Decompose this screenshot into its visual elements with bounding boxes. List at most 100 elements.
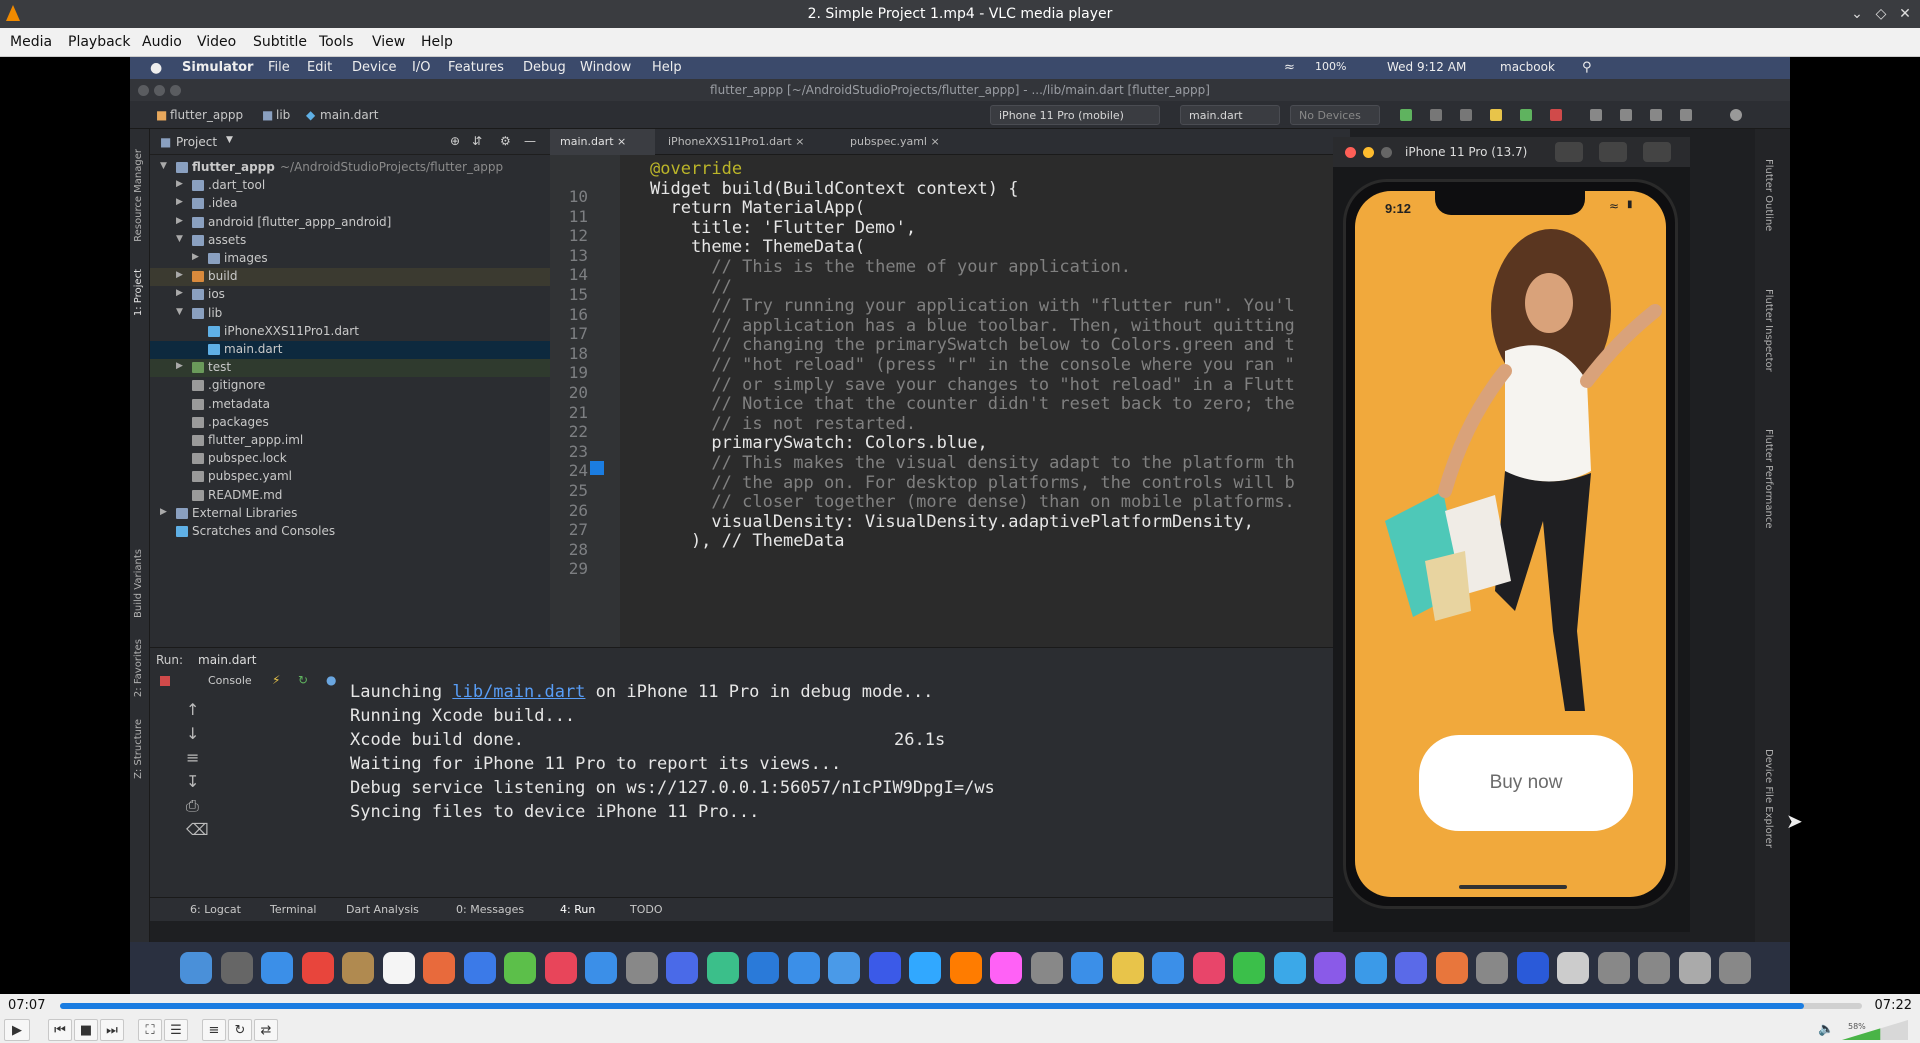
minimize-icon[interactable]: ⌄: [1846, 3, 1868, 25]
debug-icon[interactable]: [1430, 109, 1442, 121]
chevron-down-icon[interactable]: ▼: [226, 135, 233, 145]
video-area[interactable]: ● Simulator File Edit Device I/O Feature…: [0, 57, 1920, 994]
tool-flutter-performance[interactable]: Flutter Performance: [1763, 429, 1774, 529]
close-icon[interactable]: ×: [795, 135, 804, 148]
tree-item[interactable]: ▶ External Libraries: [150, 505, 550, 523]
scroll-up-icon[interactable]: ↑: [186, 700, 199, 719]
tree-item[interactable]: ▼ flutter_appp ~/AndroidStudioProjects/flu…: [150, 159, 550, 177]
tab-dart-analysis[interactable]: Dart Analysis: [346, 903, 419, 916]
tool-favorites[interactable]: 2: Favorites: [133, 639, 144, 697]
device-selector[interactable]: iPhone 11 Pro (mobile): [990, 105, 1160, 125]
tab-pubspec[interactable]: pubspec.yaml ×: [840, 129, 960, 155]
sdk-manager-icon[interactable]: [1620, 109, 1632, 121]
stop-icon[interactable]: [160, 676, 170, 686]
rotate-icon[interactable]: [1643, 142, 1671, 162]
project-view-selector[interactable]: Project: [176, 135, 217, 149]
chevron-down-icon[interactable]: ▼: [176, 234, 183, 244]
tree-item[interactable]: ▶ .dart_tool: [150, 177, 550, 195]
chevron-down-icon[interactable]: ▼: [176, 307, 183, 317]
playlist-button[interactable]: ≡: [202, 1019, 226, 1041]
settings-icon[interactable]: [1680, 109, 1692, 121]
tool-build-variants[interactable]: Build Variants: [133, 549, 144, 618]
stop-button[interactable]: ■: [74, 1019, 98, 1041]
collapse-icon[interactable]: ⇵: [472, 134, 482, 148]
hot-restart-icon[interactable]: ↻: [298, 673, 308, 687]
console-tab[interactable]: Console: [208, 674, 252, 687]
menu-media[interactable]: Media: [10, 34, 52, 50]
menu-help[interactable]: Help: [421, 34, 453, 50]
chevron-down-icon[interactable]: ▼: [160, 161, 167, 171]
profile-icon[interactable]: [1460, 109, 1472, 121]
search-icon[interactable]: [1730, 109, 1742, 121]
menu-audio[interactable]: Audio: [142, 34, 182, 50]
tab-run[interactable]: 4: Run: [560, 903, 595, 916]
seek-slider[interactable]: [60, 1003, 1862, 1009]
breadcrumb-project[interactable]: flutter_appp: [170, 108, 243, 122]
hide-icon[interactable]: —: [524, 134, 536, 148]
tab-logcat[interactable]: 6: Logcat: [190, 903, 241, 916]
tree-item[interactable]: pubspec.yaml: [150, 468, 550, 486]
chevron-right-icon[interactable]: ▶: [176, 179, 183, 189]
close-icon[interactable]: ✕: [1894, 3, 1916, 25]
extended-settings-button[interactable]: ☰: [164, 1019, 188, 1041]
volume-slider[interactable]: 58%: [1842, 1020, 1908, 1040]
tab-messages[interactable]: 0: Messages: [456, 903, 524, 916]
tree-item[interactable]: ▶ images: [150, 250, 550, 268]
tool-project[interactable]: 1: Project: [133, 269, 144, 316]
menu-view[interactable]: View: [372, 34, 405, 50]
loop-button[interactable]: ↻: [228, 1019, 252, 1041]
shuffle-button[interactable]: ⇄: [254, 1019, 278, 1041]
tree-item[interactable]: ▶ ios: [150, 286, 550, 304]
tree-item[interactable]: flutter_appp.iml: [150, 432, 550, 450]
tool-flutter-inspector[interactable]: Flutter Inspector: [1763, 289, 1774, 372]
menu-subtitle[interactable]: Subtitle: [253, 34, 307, 50]
locate-icon[interactable]: ⊕: [450, 134, 460, 148]
tree-item[interactable]: iPhoneXXS11Pro1.dart: [150, 323, 550, 341]
devtools-icon[interactable]: ●: [326, 673, 336, 687]
tree-item[interactable]: ▶ android [flutter_appp_android]: [150, 214, 550, 232]
tree-item[interactable]: .packages: [150, 414, 550, 432]
buy-now-button[interactable]: Buy now: [1419, 735, 1633, 831]
breadcrumb-file[interactable]: main.dart: [320, 108, 378, 122]
code-editor[interactable]: main.dart × iPhoneXXS11Pro1.dart × pubsp…: [550, 129, 1350, 647]
close-icon[interactable]: [1345, 147, 1356, 158]
tool-structure[interactable]: Z: Structure: [133, 719, 144, 779]
maximize-icon[interactable]: ◇: [1870, 3, 1892, 25]
play-button[interactable]: ▶: [4, 1019, 30, 1041]
run-config-selector[interactable]: main.dart: [1180, 105, 1280, 125]
tool-flutter-outline[interactable]: Flutter Outline: [1763, 159, 1774, 231]
print-icon[interactable]: ⎙: [186, 796, 199, 816]
menu-playback[interactable]: Playback: [68, 34, 130, 50]
chevron-right-icon[interactable]: ▶: [176, 270, 183, 280]
devices-selector[interactable]: No Devices: [1290, 105, 1380, 125]
run-icon[interactable]: [1400, 109, 1412, 121]
breadcrumb-lib[interactable]: lib: [276, 108, 290, 122]
tool-device-file-explorer[interactable]: Device File Explorer: [1763, 749, 1774, 848]
layout-icon[interactable]: [1650, 109, 1662, 121]
chevron-right-icon[interactable]: ▶: [192, 252, 199, 262]
screenshot-icon[interactable]: [1555, 142, 1583, 162]
menu-tools[interactable]: Tools: [319, 34, 354, 50]
previous-button[interactable]: ⏮: [48, 1019, 72, 1041]
home-icon[interactable]: [1599, 142, 1627, 162]
tree-item[interactable]: pubspec.lock: [150, 450, 550, 468]
stop-icon[interactable]: [1550, 109, 1562, 121]
tree-item[interactable]: ▶ build: [150, 268, 550, 287]
tree-item[interactable]: README.md: [150, 487, 550, 505]
tab-iphone-dart[interactable]: iPhoneXXS11Pro1.dart ×: [658, 129, 833, 155]
trash-icon[interactable]: ⌫: [186, 820, 209, 839]
console-link[interactable]: lib/main.dart: [452, 682, 585, 702]
chevron-right-icon[interactable]: ▶: [176, 361, 183, 371]
soft-wrap-icon[interactable]: ≡: [186, 748, 199, 767]
chevron-right-icon[interactable]: ▶: [176, 288, 183, 298]
fullscreen-button[interactable]: ⛶: [138, 1019, 162, 1041]
tree-item[interactable]: ▼ lib: [150, 305, 550, 323]
tab-terminal[interactable]: Terminal: [270, 903, 317, 916]
tree-item[interactable]: Scratches and Consoles: [150, 523, 550, 541]
avd-manager-icon[interactable]: [1590, 109, 1602, 121]
speaker-icon[interactable]: 🔈: [1818, 1022, 1834, 1037]
tree-item[interactable]: main.dart: [150, 341, 550, 359]
tree-item[interactable]: ▶ .idea: [150, 195, 550, 213]
chevron-right-icon[interactable]: ▶: [176, 197, 183, 207]
tree-item[interactable]: .metadata: [150, 396, 550, 414]
